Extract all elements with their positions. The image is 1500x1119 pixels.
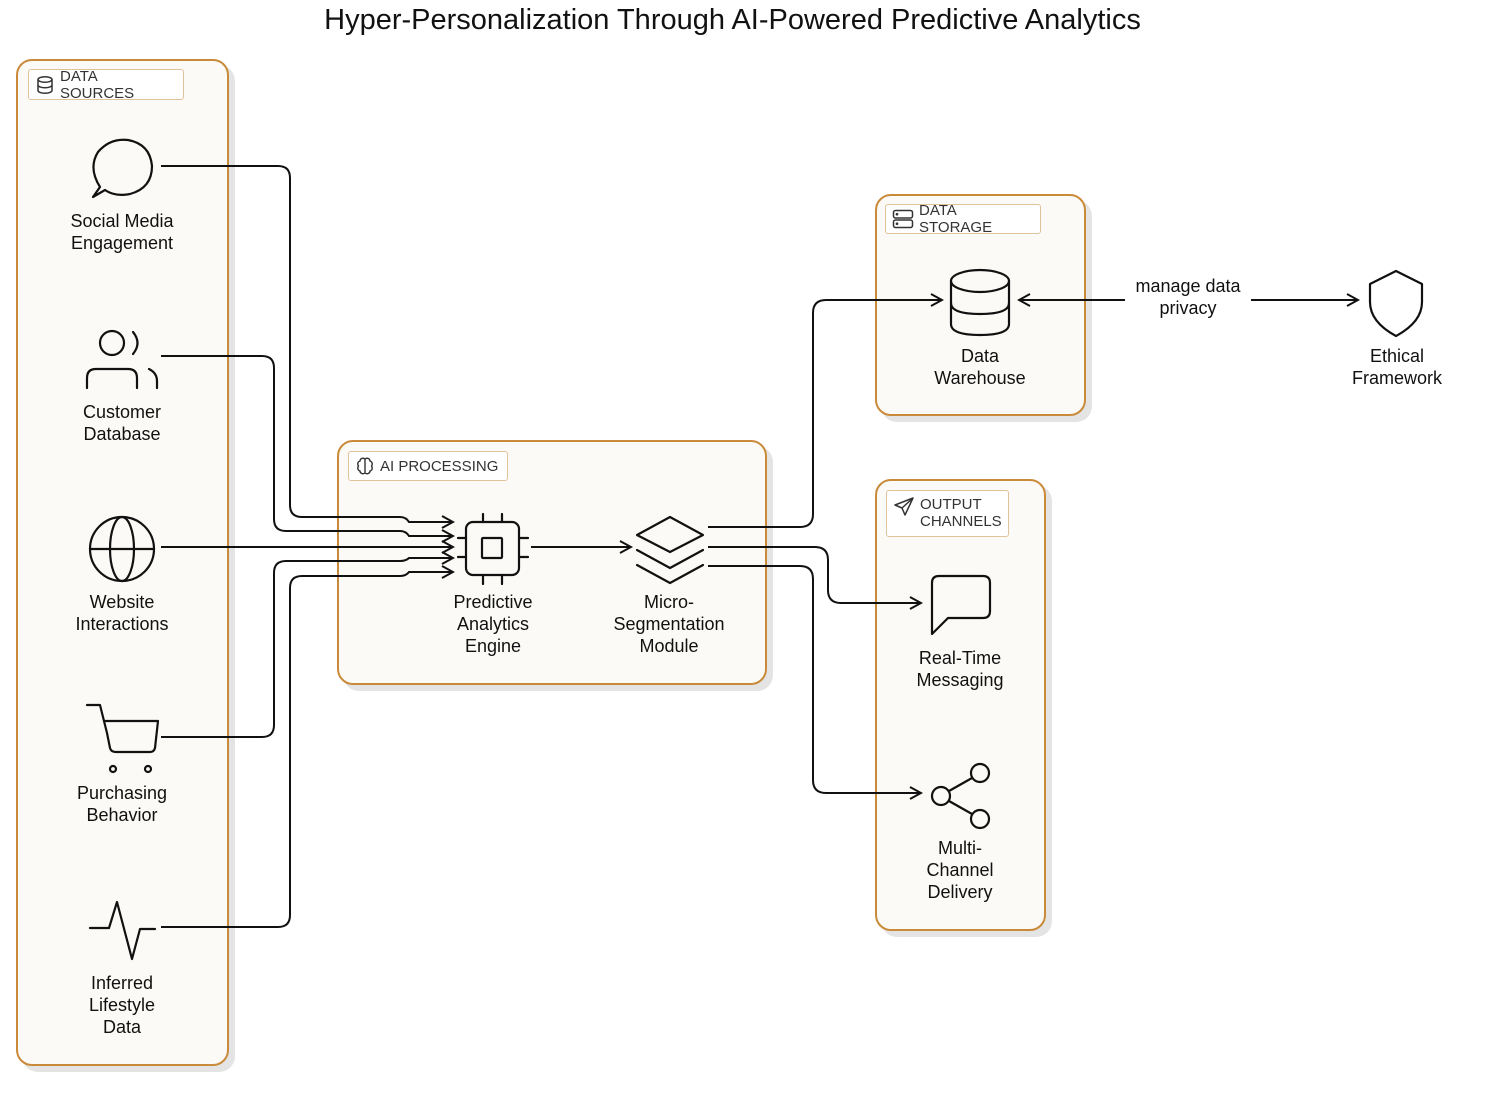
database-cylinder-icon [949,268,1011,337]
globe-icon [88,515,156,583]
edge-segmentation-to-multichannel [708,565,921,793]
node-label-ethical-framework: Ethical Framework [1351,346,1443,388]
edge-customer-to-predictive [161,355,453,536]
node-label-multi-channel: Multi- Channel Delivery [926,838,994,902]
share-icon [930,762,991,830]
node-label-data-warehouse: Data Warehouse [934,346,1026,388]
edge-social-to-predictive [161,165,453,522]
node-label-purchasing-behavior: Purchasing Behavior [76,783,168,825]
node-label-social-media: Social Media Engagement [70,211,174,253]
node-label-real-time-messaging: Real-Time Messaging [916,648,1004,690]
edge-segmentation-to-warehouse [708,300,942,528]
edge-segmentation-to-messaging [708,546,921,603]
chat-bubble-icon [91,138,154,199]
edge-label-manage-data-privacy: manage data privacy [1125,275,1251,319]
edge-purchasing-to-predictive [161,558,453,738]
shield-icon [1368,269,1424,338]
users-icon [85,329,159,390]
node-label-predictive-engine: Predictive Analytics Engine [453,592,533,656]
node-label-website-interactions: Website Interactions [75,592,169,634]
diagram-canvas [85,138,1424,961]
node-label-micro-segmentation: Micro- Segmentation Module [613,592,725,656]
activity-icon [88,900,157,961]
cpu-icon [456,512,530,586]
node-label-customer-database: Customer Database [82,402,162,444]
message-square-icon [930,574,992,636]
layers-icon [635,515,705,585]
shopping-cart-icon [85,703,160,774]
edge-lifestyle-to-predictive [161,572,453,928]
node-label-inferred-lifestyle: Inferred Lifestyle Data [88,973,156,1037]
